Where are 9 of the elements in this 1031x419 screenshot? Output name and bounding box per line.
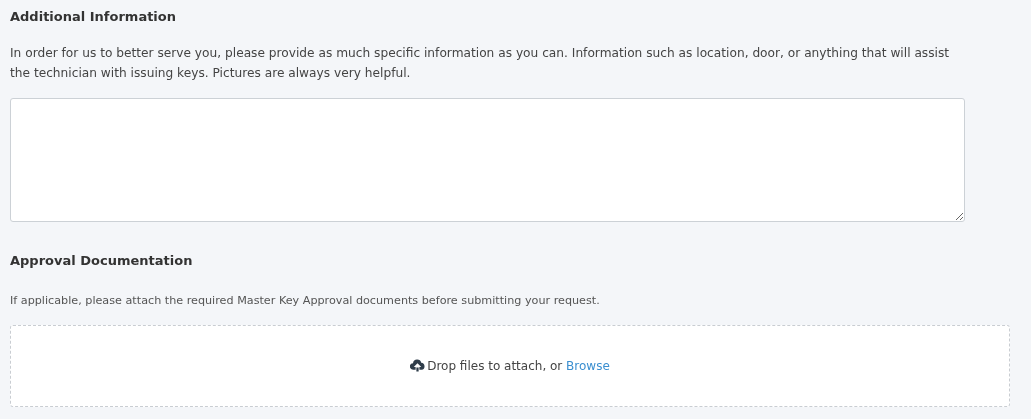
cloud-upload-icon — [410, 359, 426, 372]
instructions-text: In order for us to better serve you, please provide as much specific information as you can. Information such as location, door, or anything that will assist the technician with issuing keys. Pictures are always very helpful. — [10, 45, 951, 82]
instructions-text: If applicable, please attach the required Master Key Approval documents before submitting your request. — [10, 293, 601, 309]
text-area[interactable] — [10, 98, 965, 222]
section-heading: Additional Information — [10, 8, 177, 26]
browse-link[interactable]: Browse — [566, 359, 610, 373]
section-heading: Approval Documentation — [10, 252, 194, 270]
file-dropzone[interactable]: Drop files to attach, or Browse — [10, 325, 1010, 407]
dropzone-text: Drop files to attach, or Browse — [410, 357, 610, 375]
